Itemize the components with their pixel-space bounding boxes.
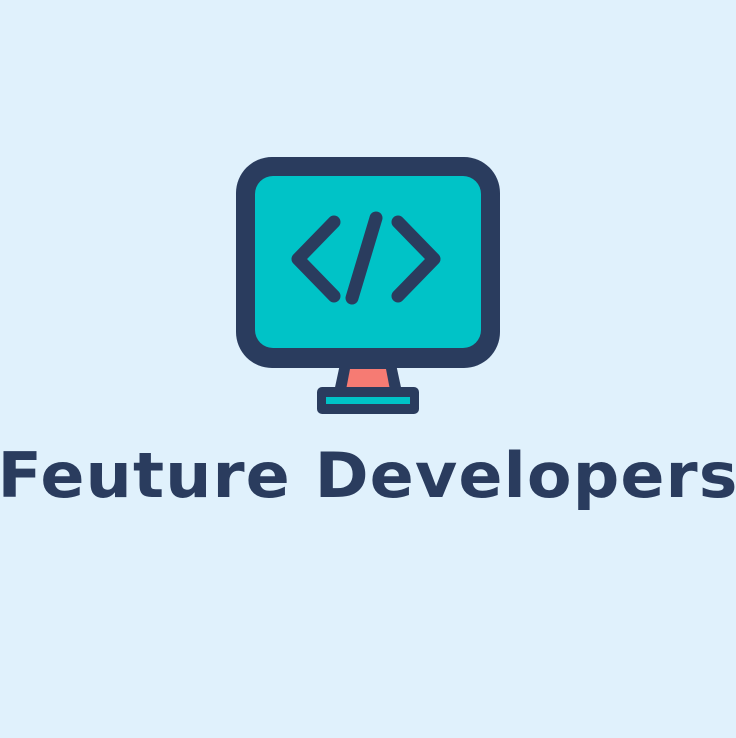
- monitor-stand-neck-inner: [346, 369, 390, 390]
- logo-canvas: Feuture Developers: [0, 0, 736, 738]
- monitor-stand-base-inner: [326, 397, 410, 404]
- brand-name: Feuture Developers: [0, 439, 736, 512]
- monitor-code-icon: [0, 0, 736, 738]
